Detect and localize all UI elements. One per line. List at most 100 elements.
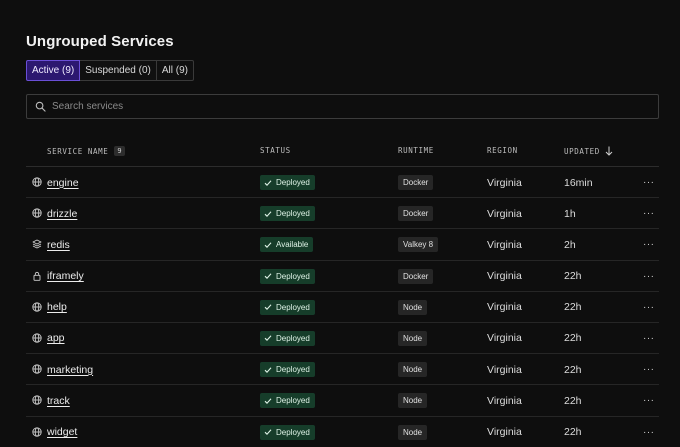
status-badge: Deployed (260, 299, 315, 315)
column-header-service-name[interactable]: SERVICE NAME 9 (47, 146, 126, 156)
check-icon (264, 335, 272, 342)
tab-all[interactable]: All (9) (155, 60, 194, 81)
updated-value: 22h (564, 332, 582, 345)
table-row[interactable]: help Deployed Node Virginia 22h ··· (26, 292, 659, 323)
runtime-badge: Node (398, 424, 428, 440)
check-icon (264, 429, 272, 435)
globe-icon (32, 177, 42, 187)
table-row[interactable]: redis Available Valkey 8 Virginia 2h ··· (26, 229, 659, 261)
region-value: Virginia (487, 207, 522, 220)
service-count-badge: 9 (114, 146, 126, 156)
table-row[interactable]: marketing Deployed Node Virginia 22h ··· (26, 354, 659, 386)
region-value: Virginia (487, 270, 522, 283)
more-actions-button[interactable]: ··· (643, 292, 655, 323)
table-row[interactable]: track Deployed Node Virginia 22h ··· (26, 385, 659, 417)
service-name-link[interactable]: help (47, 292, 67, 323)
more-actions-button[interactable]: ··· (643, 167, 655, 198)
check-icon (264, 398, 272, 404)
status-label: Deployed (276, 333, 310, 343)
status-badge: Deployed (260, 393, 315, 409)
check-icon (264, 273, 272, 280)
region-value: Virginia (487, 363, 522, 376)
status-label: Deployed (276, 209, 310, 219)
column-header-service-name-label: SERVICE NAME (47, 146, 109, 156)
region-value: Virginia (487, 301, 522, 314)
updated-value: 22h (564, 363, 582, 376)
check-icon (264, 179, 272, 186)
region-value: Virginia (487, 426, 522, 438)
status-badge: Deployed (260, 424, 315, 440)
more-actions-button[interactable]: ··· (643, 229, 655, 260)
check-icon (264, 304, 272, 311)
column-header-region[interactable]: REGION (487, 146, 518, 155)
globe-icon (32, 302, 42, 312)
services-table: engine Deployed Docker Virginia 16min ··… (26, 167, 659, 447)
updated-value: 22h (564, 270, 582, 283)
status-label: Deployed (276, 427, 310, 437)
status-badge: Deployed (260, 268, 315, 284)
region-value: Virginia (487, 238, 522, 251)
status-label: Deployed (276, 302, 310, 312)
service-name-link[interactable]: engine (47, 167, 79, 198)
search-icon (35, 101, 46, 112)
status-label: Deployed (276, 365, 310, 375)
service-name-link[interactable]: iframely (47, 261, 84, 292)
updated-value: 16min (564, 176, 593, 189)
globe-icon (32, 426, 42, 437)
more-actions-button[interactable]: ··· (643, 323, 655, 354)
status-label: Deployed (276, 396, 310, 406)
table-row[interactable]: app Deployed Node Virginia 22h ··· (26, 323, 659, 355)
region-value: Virginia (487, 332, 522, 345)
service-name-link[interactable]: drizzle (47, 198, 77, 229)
runtime-badge: Valkey 8 (398, 237, 439, 253)
search-box[interactable] (26, 94, 659, 119)
table-row[interactable]: drizzle Deployed Docker Virginia 1h ··· (26, 198, 659, 230)
more-actions-button[interactable]: ··· (643, 261, 655, 292)
table-header: SERVICE NAME 9 STATUS RUNTIME REGION UPD… (26, 140, 659, 167)
runtime-badge: Docker (398, 206, 434, 222)
service-filter-tabs: Active (9) Suspended (0) All (9) (26, 60, 194, 81)
service-name-link[interactable]: marketing (47, 354, 93, 385)
check-icon (264, 367, 272, 373)
search-input[interactable] (52, 101, 632, 112)
runtime-badge: Docker (398, 175, 434, 190)
check-icon (264, 242, 272, 248)
updated-value: 1h (564, 207, 576, 220)
more-actions-button[interactable]: ··· (643, 198, 655, 229)
more-actions-button[interactable]: ··· (643, 417, 655, 447)
table-row[interactable]: engine Deployed Docker Virginia 16min ··… (26, 167, 659, 199)
globe-icon (32, 364, 42, 374)
runtime-badge: Node (398, 299, 428, 315)
page-title: Ungrouped Services (26, 33, 174, 50)
service-name-link[interactable]: track (47, 385, 70, 416)
sort-descending-icon[interactable] (605, 146, 613, 156)
column-header-updated[interactable]: UPDATED (564, 146, 613, 156)
updated-value: 22h (564, 301, 582, 314)
status-badge: Deployed (260, 206, 315, 222)
globe-icon (32, 333, 42, 343)
runtime-badge: Node (398, 330, 428, 346)
runtime-badge: Node (398, 362, 428, 378)
tab-suspended[interactable]: Suspended (0) (79, 60, 157, 81)
table-row[interactable]: widget Deployed Node Virginia 22h ··· (26, 417, 659, 447)
column-header-updated-label: UPDATED (564, 146, 600, 156)
column-header-runtime[interactable]: RUNTIME (398, 146, 434, 155)
updated-value: 22h (564, 394, 582, 407)
updated-value: 22h (564, 426, 582, 438)
tab-active[interactable]: Active (9) (26, 60, 81, 81)
service-name-link[interactable]: app (47, 323, 65, 354)
table-row[interactable]: iframely Deployed Docker Virginia 22h ··… (26, 261, 659, 292)
service-name-link[interactable]: widget (47, 417, 77, 447)
globe-icon (32, 208, 42, 218)
more-actions-button[interactable]: ··· (643, 385, 655, 416)
column-header-status[interactable]: STATUS (260, 146, 291, 155)
status-badge: Deployed (260, 362, 315, 378)
region-value: Virginia (487, 176, 522, 189)
runtime-badge: Node (398, 393, 428, 409)
status-badge: Deployed (260, 330, 315, 346)
status-label: Deployed (276, 271, 310, 281)
status-label: Deployed (276, 178, 310, 187)
more-actions-button[interactable]: ··· (643, 354, 655, 385)
region-value: Virginia (487, 394, 522, 407)
service-name-link[interactable]: redis (47, 229, 70, 260)
